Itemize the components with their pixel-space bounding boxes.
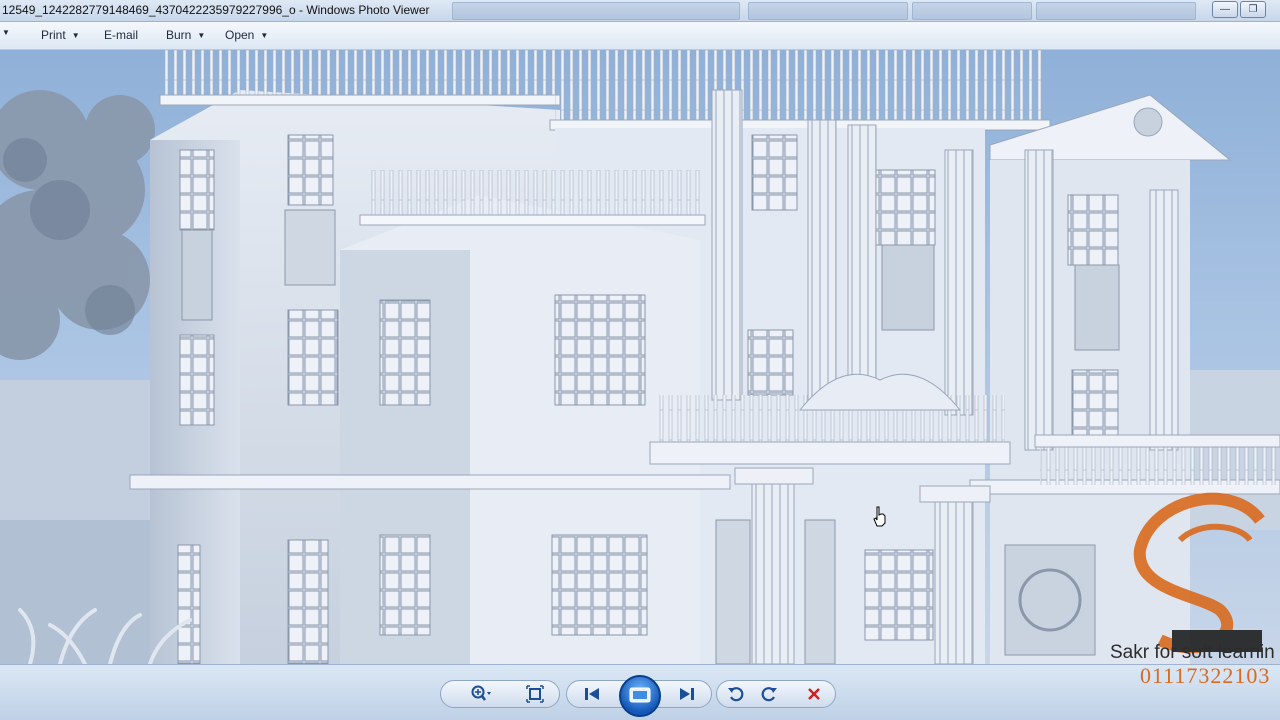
rotate-counterclockwise-icon [728, 687, 744, 702]
background-window-tab[interactable] [748, 2, 908, 20]
next-button[interactable] [674, 681, 700, 707]
window-title: 12549_1242282779148469_43704222359792279… [2, 3, 430, 17]
watermark-brand-text: Sakr for soft learnin [1110, 642, 1275, 663]
restore-button[interactable]: ❐ [1240, 1, 1266, 18]
print-menu[interactable]: Print ▼ [41, 28, 80, 42]
menu-bar: ▼ Print ▼ E-mail Burn ▼ Open ▼ [0, 22, 1280, 50]
control-bar [0, 664, 1280, 720]
chevron-down-icon: ▼ [2, 28, 10, 37]
villa-render-image [0, 50, 1280, 664]
chevron-down-icon: ▼ [260, 30, 269, 40]
previous-icon [585, 688, 599, 700]
minimize-button[interactable]: — [1212, 1, 1238, 18]
zoom-button[interactable] [468, 681, 494, 707]
delete-icon [808, 688, 820, 700]
minimize-icon: — [1220, 4, 1230, 15]
open-label: Open [225, 28, 255, 42]
chevron-down-icon: ▼ [197, 30, 206, 40]
photo-view[interactable] [0, 50, 1280, 664]
watermark-phone-text: 01117322103 [1140, 663, 1271, 688]
slideshow-icon [629, 687, 651, 703]
rotate-clockwise-icon [761, 687, 777, 702]
burn-label: Burn [166, 28, 192, 42]
file-menu[interactable]: ▼ [2, 28, 10, 37]
rotate-clockwise-button[interactable] [756, 681, 782, 707]
background-window-tab[interactable] [1036, 2, 1196, 20]
zoom-icon [471, 685, 491, 701]
delete-button[interactable] [801, 681, 827, 707]
open-menu[interactable]: Open ▼ [225, 28, 268, 42]
email-label: E-mail [104, 28, 139, 42]
hand-cursor-icon [873, 506, 886, 527]
restore-icon: ❐ [1248, 4, 1258, 15]
slideshow-button[interactable] [619, 675, 661, 717]
previous-button[interactable] [579, 681, 605, 707]
background-window-tab[interactable] [452, 2, 740, 20]
burn-menu[interactable]: Burn ▼ [166, 28, 205, 42]
rotate-counterclockwise-button[interactable] [723, 681, 749, 707]
next-icon [680, 688, 694, 700]
background-window-tab[interactable] [912, 2, 1032, 20]
chevron-down-icon: ▼ [71, 30, 80, 40]
print-label: Print [41, 28, 66, 42]
email-menu[interactable]: E-mail [104, 28, 138, 42]
title-bar: 12549_1242282779148469_43704222359792279… [0, 0, 1280, 22]
actual-size-button[interactable] [522, 681, 548, 707]
actual-size-icon [526, 685, 544, 703]
